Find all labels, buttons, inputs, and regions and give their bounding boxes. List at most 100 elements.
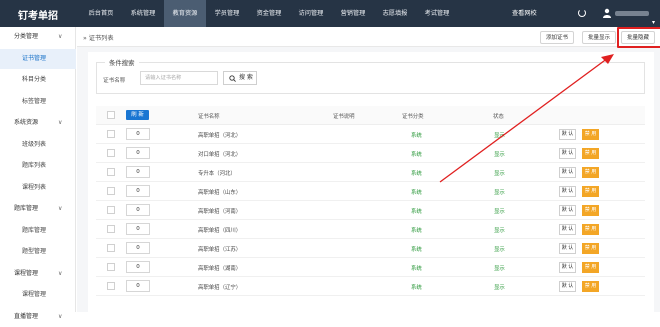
table-row: 0 高职单招（四川） 系统 显示 默 认禁 用 [96,220,645,239]
batch-show-button[interactable]: 批量显示 [582,31,617,44]
sidebar-label: 科目分类 [22,76,47,83]
sidebar-item[interactable]: 题库管理 [0,221,76,241]
sort-input[interactable]: 0 [126,261,150,273]
sort-input[interactable]: 0 [126,166,150,178]
table-row: 0 高职单招（湖南） 系统 显示 默 认禁 用 [96,258,645,277]
default-button[interactable]: 默 认 [559,205,576,216]
disable-button[interactable]: 禁 用 [582,205,599,216]
nav-item-2[interactable]: 教育资源 [164,0,206,27]
row-checkbox[interactable] [107,225,115,233]
username-blurred[interactable] [615,11,649,16]
cert-category: 系统 [411,209,422,215]
sidebar-item[interactable]: 课程列表 [0,178,76,198]
cert-name: 高职单招（山东） [198,190,242,196]
disable-button[interactable]: 禁 用 [582,129,599,140]
app-logo: 钉考单招 [18,11,58,22]
sidebar-group[interactable]: 题库管理 ∨ [0,199,76,219]
nav-item-0[interactable]: 后台首页 [80,0,122,27]
cert-name: 高职单招（辽宁） [198,285,242,291]
row-checkbox[interactable] [107,187,115,195]
chevron-down-icon: ∨ [58,269,63,277]
search-icon [229,75,236,82]
sort-input[interactable]: 0 [126,128,150,140]
cert-category: 系统 [411,190,422,196]
sort-input[interactable]: 0 [126,185,150,197]
nav-item-4[interactable]: 资金管理 [248,0,290,27]
sort-input[interactable]: 0 [126,147,150,159]
nav-item-5[interactable]: 访问管理 [290,0,332,27]
sidebar-item[interactable]: 题型管理 [0,242,76,262]
nav-item-1[interactable]: 系统管理 [122,0,164,27]
nav-item-7[interactable]: 志愿填报 [374,0,416,27]
row-checkbox[interactable] [107,130,115,138]
sidebar-label: 直播管理 [14,312,39,320]
cert-category: 系统 [411,228,422,234]
disable-button[interactable]: 禁 用 [582,224,599,235]
default-button[interactable]: 默 认 [559,167,576,178]
sidebar-label: 题库管理 [14,205,39,212]
cert-category: 系统 [411,152,422,158]
sidebar-group[interactable]: 课程管理 ∨ [0,264,76,284]
header-status: 状态 [493,114,504,120]
sidebar-label: 题库列表 [22,162,47,169]
cert-status: 显示 [494,190,505,196]
sidebar-label: 题库管理 [22,226,47,234]
select-all-checkbox[interactable] [107,111,115,119]
disable-button[interactable]: 禁 用 [582,186,599,197]
sidebar-item[interactable]: 题库列表 [0,156,76,176]
row-checkbox[interactable] [107,168,115,176]
refresh-sort-button[interactable]: 刷 新 [126,110,149,120]
search-input[interactable]: 请输入证书名称 [140,71,218,85]
chevron-down-icon: ∨ [58,33,63,40]
sort-input[interactable]: 0 [126,242,150,254]
disable-button[interactable]: 禁 用 [582,167,599,178]
sidebar-group[interactable]: 直播管理 ∨ [0,307,76,327]
view-site-link[interactable]: 查看网校 [512,0,552,27]
row-checkbox[interactable] [107,206,115,214]
cert-category: 系统 [411,247,422,253]
user-icon[interactable] [602,8,612,18]
nav-item-3[interactable]: 学员管理 [206,0,248,27]
default-button[interactable]: 默 认 [559,262,576,273]
default-button[interactable]: 默 认 [559,186,576,197]
row-checkbox[interactable] [107,263,115,271]
sidebar-item[interactable]: 课程管理 [0,285,76,305]
cert-name: 高职单招（四川） [198,228,242,234]
disable-button[interactable]: 禁 用 [582,281,599,292]
search-legend: 条件搜索 [105,58,139,67]
sidebar-item[interactable]: 证书管理 [0,48,76,69]
default-button[interactable]: 默 认 [559,129,576,140]
cert-name: 专升本（河北） [198,171,236,177]
sort-input[interactable]: 0 [126,223,150,235]
cert-name: 高职单招（江苏） [198,247,242,253]
sort-input[interactable]: 0 [126,204,150,216]
default-button[interactable]: 默 认 [559,243,576,254]
disable-button[interactable]: 禁 用 [582,243,599,254]
add-certificate-button[interactable]: 添加证书 [540,31,575,44]
nav-item-8[interactable]: 考试管理 [416,0,458,27]
default-button[interactable]: 默 认 [559,224,576,235]
nav-item-6[interactable]: 营销管理 [332,0,374,27]
sidebar-item[interactable]: 科目分类 [0,70,76,90]
cert-category: 系统 [411,133,422,139]
disable-button[interactable]: 禁 用 [582,262,599,273]
chevron-down-icon: ∨ [58,312,63,320]
row-checkbox[interactable] [107,282,115,290]
sidebar-item[interactable]: 班级列表 [0,135,76,155]
sort-input[interactable]: 0 [126,280,150,292]
sidebar-label: 题型管理 [22,248,47,255]
table-row: 0 高职单招（河南） 系统 显示 默 认禁 用 [96,201,645,220]
table-row: 0 高职单招（江苏） 系统 显示 默 认禁 用 [96,239,645,258]
refresh-icon[interactable] [578,9,586,17]
row-checkbox[interactable] [107,244,115,252]
disable-button[interactable]: 禁 用 [582,148,599,159]
row-checkbox[interactable] [107,149,115,157]
sidebar-group[interactable]: 分类管理 ∨ [0,27,76,47]
search-button[interactable]: 搜 索 [223,71,257,85]
table-row: 0 高职单招（辽宁） 系统 显示 默 认禁 用 [96,277,645,296]
default-button[interactable]: 默 认 [559,281,576,292]
default-button[interactable]: 默 认 [559,148,576,159]
sidebar-group[interactable]: 系统资源 ∨ [0,113,76,133]
sidebar-item[interactable]: 标签管理 [0,92,76,112]
sidebar-label: 班级列表 [22,140,47,148]
